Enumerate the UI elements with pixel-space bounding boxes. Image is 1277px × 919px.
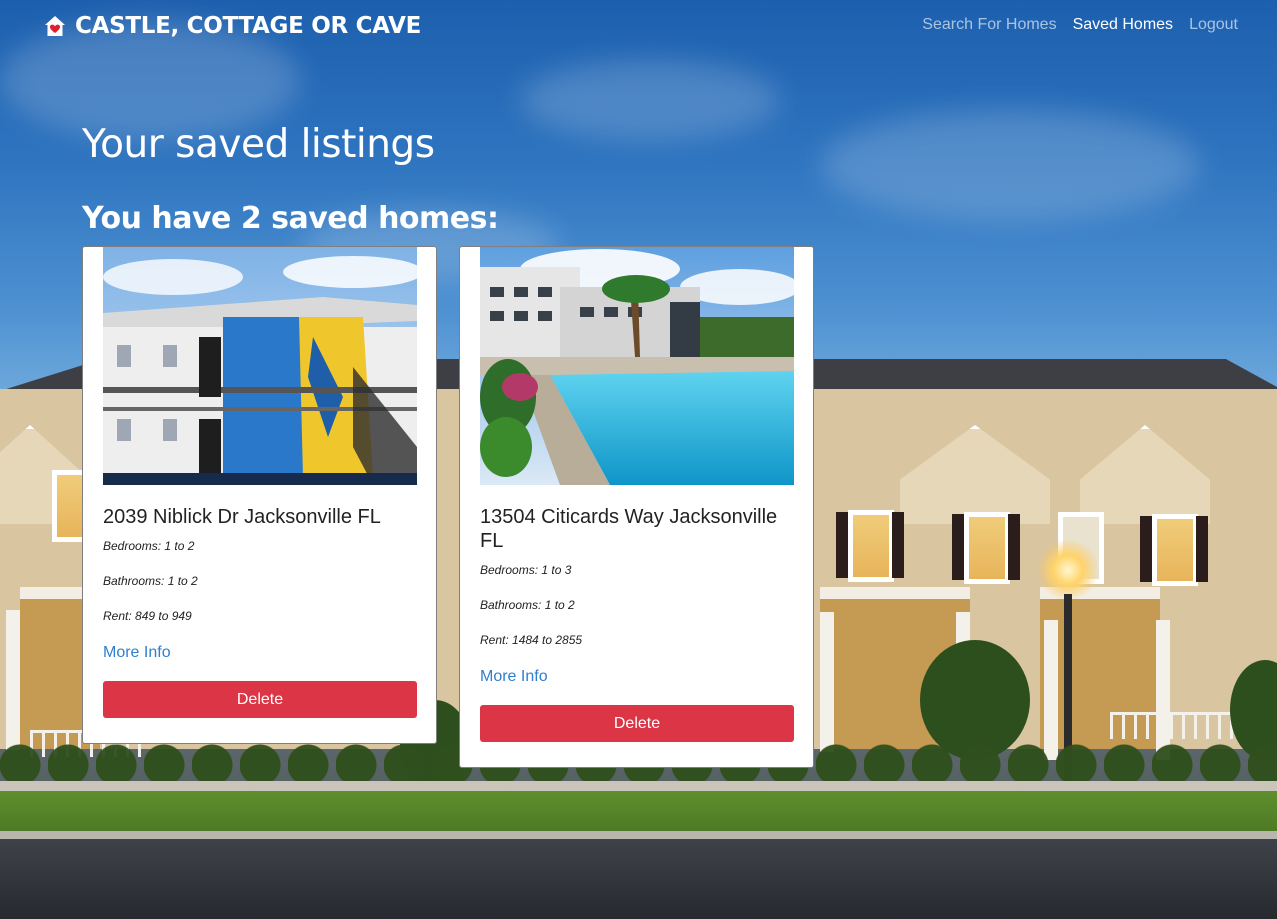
listing-bathrooms: Bathrooms: 1 to 2: [480, 598, 575, 612]
nav-links: Search For Homes Saved Homes Logout: [922, 16, 1238, 34]
listing-photo: [103, 247, 417, 485]
page-title: Your saved listings: [82, 122, 435, 167]
listing-address: 2039 Niblick Dr Jacksonville FL: [103, 506, 381, 528]
listing-bedrooms: Bedrooms: 1 to 3: [480, 563, 572, 577]
page: CASTLE, COTTAGE OR CAVE Search For Homes…: [0, 0, 1277, 919]
brand-name: CASTLE, COTTAGE OR CAVE: [75, 13, 421, 39]
listing-rent: Rent: 1484 to 2855: [480, 633, 583, 647]
nav-saved-homes[interactable]: Saved Homes: [1073, 16, 1174, 34]
nav-search-for-homes[interactable]: Search For Homes: [922, 16, 1056, 34]
listing-card: 2039 Niblick Dr Jacksonville FL Bedrooms…: [82, 246, 437, 744]
more-info-link[interactable]: More Info: [480, 668, 793, 686]
nav-logout[interactable]: Logout: [1189, 16, 1238, 34]
listing-bedrooms: Bedrooms: 1 to 2: [103, 539, 195, 553]
listing-photo: [480, 247, 794, 485]
listing-body: 13504 Citicards Way Jacksonville FL Bedr…: [480, 505, 794, 742]
delete-button[interactable]: Delete: [480, 705, 794, 742]
brand[interactable]: CASTLE, COTTAGE OR CAVE: [44, 13, 421, 39]
listing-address: 13504 Citicards Way Jacksonville FL: [480, 506, 778, 552]
house-heart-icon: [45, 16, 65, 36]
saved-count-heading: You have 2 saved homes:: [82, 201, 499, 236]
listing-bathrooms: Bathrooms: 1 to 2: [103, 574, 198, 588]
navbar: CASTLE, COTTAGE OR CAVE Search For Homes…: [0, 0, 1277, 54]
more-info-link[interactable]: More Info: [103, 644, 416, 662]
delete-button[interactable]: Delete: [103, 681, 417, 718]
listing-rent: Rent: 849 to 949: [103, 609, 192, 623]
listing-card: 13504 Citicards Way Jacksonville FL Bedr…: [459, 246, 814, 768]
listing-body: 2039 Niblick Dr Jacksonville FL Bedrooms…: [103, 505, 417, 718]
